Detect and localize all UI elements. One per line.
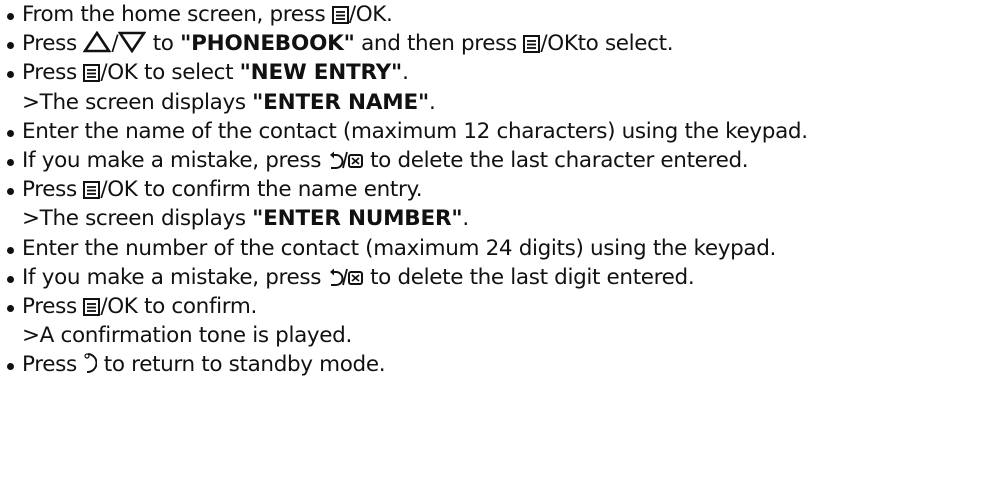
down-triangle-icon	[118, 31, 147, 54]
instruction-step: Enter the name of the contact (maximum 1…	[0, 117, 993, 146]
instruction-step: Press /OK to confirm.	[0, 292, 993, 321]
step-text: If you make a mistake, press	[22, 147, 328, 173]
step-text: From the home screen, press	[22, 2, 332, 27]
step-text: Press	[22, 31, 84, 57]
menu-icon	[83, 297, 101, 316]
back-delete-icon	[328, 150, 364, 170]
step-result-note: >The screen displays "ENTER NUMBER".	[0, 204, 993, 233]
step-text: >The screen displays	[22, 206, 253, 232]
step-text: >The screen displays	[22, 89, 253, 115]
step-text: .	[462, 206, 469, 232]
step-text: to delete the last digit entered.	[363, 264, 695, 290]
step-text: Enter the name of the contact (maximum 1…	[22, 118, 808, 144]
up-triangle-icon	[83, 31, 112, 53]
step-result-note: >The screen displays "ENTER NAME".	[0, 88, 993, 117]
instruction-step: From the home screen, press /OK.	[0, 0, 993, 29]
ok-key-label: /OK	[100, 60, 138, 86]
instruction-step: Press to return to standby mode.	[0, 350, 993, 379]
back-delete-icon	[328, 267, 364, 287]
step-text: .	[428, 89, 436, 115]
instruction-list: From the home screen, press /OK. Press / …	[0, 0, 993, 379]
step-text: Press	[22, 293, 84, 319]
instruction-step: Enter the number of the contact (maximum…	[0, 234, 993, 263]
instruction-step: Press /OK to select "NEW ENTRY".	[0, 58, 993, 87]
emphasized-screen-text: "ENTER NAME"	[252, 89, 429, 115]
step-text: .	[386, 2, 393, 27]
ok-key-label: /OK	[348, 2, 387, 27]
step-text: to select	[137, 60, 240, 86]
step-result-note: >A confirmation tone is played.	[0, 321, 993, 350]
step-text: and then press	[354, 31, 524, 57]
menu-icon	[331, 6, 349, 24]
menu-icon	[523, 35, 541, 54]
emphasized-screen-text: "NEW ENTRY"	[239, 60, 403, 86]
instruction-step: Press /OK to confirm the name entry.	[0, 175, 993, 204]
step-text: /	[111, 31, 119, 57]
instruction-step: If you make a mistake, press to delete t…	[0, 263, 993, 292]
step-text: to delete the last character entered.	[363, 147, 749, 173]
step-text: to confirm the name entry.	[137, 177, 423, 203]
step-text: Press	[22, 60, 84, 86]
step-text: to confirm.	[137, 293, 257, 319]
instruction-step: Press / to "PHONEBOOK" and then press /O…	[0, 29, 993, 58]
step-text: Press	[22, 352, 84, 378]
ok-key-label: /OK	[100, 177, 138, 203]
menu-icon	[83, 64, 101, 83]
emphasized-screen-text: "PHONEBOOK"	[180, 31, 355, 57]
step-text: to return to standby mode.	[97, 352, 386, 378]
step-text: to	[146, 31, 181, 57]
ok-key-label: /OK	[100, 293, 138, 319]
emphasized-screen-text: "ENTER NUMBER"	[252, 206, 463, 232]
step-text: >A confirmation tone is played.	[22, 323, 352, 349]
ok-key-label: /OKto	[540, 31, 599, 57]
menu-icon	[83, 181, 101, 200]
instruction-step: If you make a mistake, press to delete t…	[0, 146, 993, 175]
step-text: Enter the number of the contact (maximum…	[22, 235, 777, 261]
step-text: select.	[598, 31, 674, 57]
step-text: Press	[22, 177, 84, 203]
end-call-icon	[83, 352, 98, 374]
step-text: .	[402, 60, 409, 86]
step-text: If you make a mistake, press	[22, 264, 328, 290]
